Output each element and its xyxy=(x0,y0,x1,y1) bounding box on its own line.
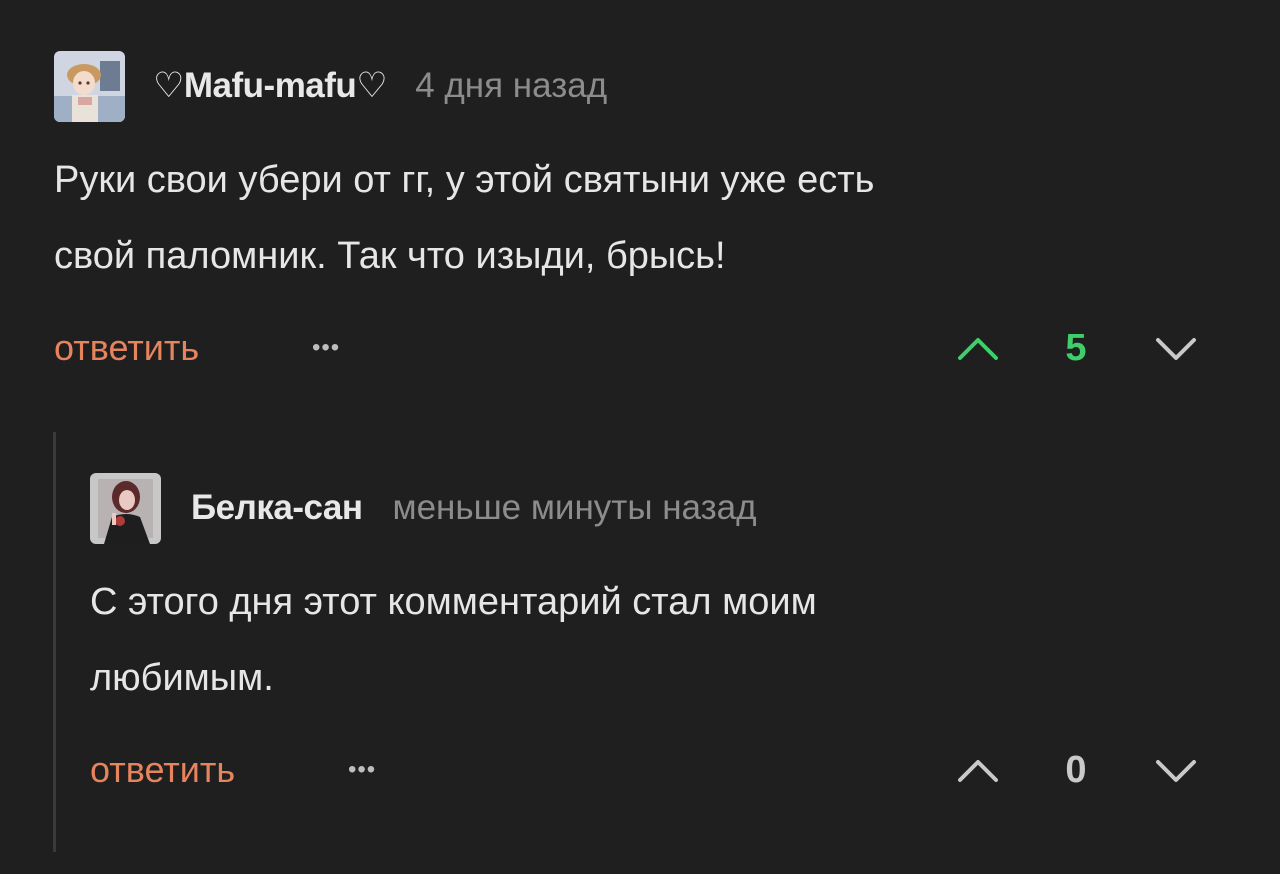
comment: ♡Mafu-mafu♡ 4 дня назад Руки свои убери … xyxy=(54,50,1214,378)
comment-score: 0 xyxy=(1065,749,1087,791)
avatar[interactable] xyxy=(54,50,125,122)
comment-header: ♡Mafu-mafu♡ 4 дня назад xyxy=(54,50,1214,122)
upvote-icon[interactable] xyxy=(954,750,1002,790)
downvote-icon[interactable] xyxy=(1152,328,1200,368)
more-options-button[interactable]: ••• xyxy=(312,318,340,378)
comment-time[interactable]: 4 дня назад xyxy=(415,66,607,106)
comment-actions: ответить ••• 0 xyxy=(90,740,1214,800)
downvote-icon[interactable] xyxy=(1152,750,1200,790)
reply-button[interactable]: ответить xyxy=(90,740,235,800)
reply-button[interactable]: ответить xyxy=(54,318,199,378)
comment-time[interactable]: меньше минуты назад xyxy=(393,488,757,528)
reply-comment: Белка-сан меньше минуты назад С этого дн… xyxy=(90,472,1214,800)
comment-actions: ответить ••• 5 xyxy=(54,318,1214,378)
comment-score: 5 xyxy=(1065,327,1087,369)
more-options-button[interactable]: ••• xyxy=(348,740,376,800)
comment-text: С этого дня этот комментарий стал моим л… xyxy=(90,581,817,699)
comment-author[interactable]: ♡Mafu-mafu♡ xyxy=(153,66,388,106)
thread-line xyxy=(53,432,56,852)
comment-text: Руки свои убери от гг, у этой святыни уж… xyxy=(54,159,875,277)
avatar[interactable] xyxy=(90,472,161,544)
comment-author[interactable]: Белка-сан xyxy=(191,488,363,528)
upvote-icon[interactable] xyxy=(954,328,1002,368)
comment-header: Белка-сан меньше минуты назад xyxy=(90,472,1214,544)
